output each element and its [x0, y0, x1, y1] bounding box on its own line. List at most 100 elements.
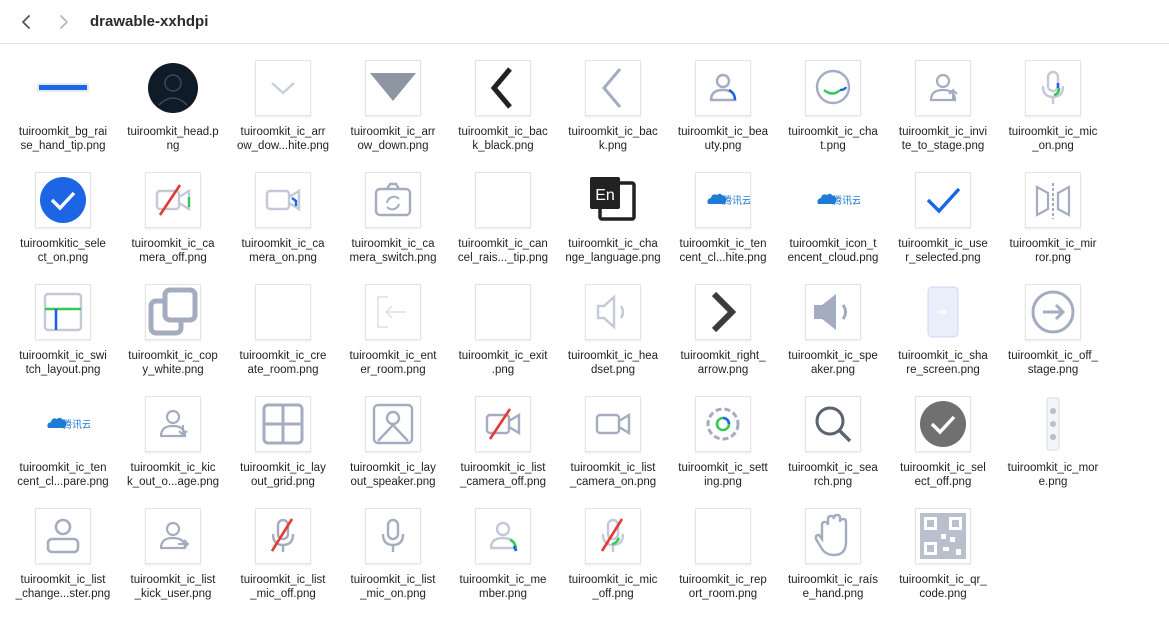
file-item[interactable]: tuiroomkit_right_ arrow.png	[668, 284, 778, 396]
layout-speaker-icon	[365, 396, 421, 452]
list-change-master-icon	[35, 508, 91, 564]
select-off-icon	[915, 396, 971, 452]
file-name: tuiroomkit_ic_sha re_screen.png	[898, 350, 988, 376]
headset-icon	[585, 284, 641, 340]
file-item[interactable]: tuiroomkit_ic_use r_selected.png	[888, 172, 998, 284]
chevron-left-black-icon	[475, 60, 531, 116]
file-item[interactable]: tuiroomkit_ic_list _camera_on.png	[558, 396, 668, 508]
file-item[interactable]: tuiroomkit_ic_lay out_grid.png	[228, 396, 338, 508]
file-item[interactable]: tuiroomkit_ic_list _mic_on.png	[338, 508, 448, 620]
file-item[interactable]: tuiroomkit_ic_swi tch_layout.png	[8, 284, 118, 396]
file-item[interactable]: tuiroomkit_ic_qr_ code.png	[888, 508, 998, 620]
file-item[interactable]: tuiroomkit_ic_arr ow_down.png	[338, 60, 448, 172]
file-item[interactable]: tuiroomkit_ic_cop y_white.png	[118, 284, 228, 396]
file-item[interactable]: tuiroomkit_ic_list _mic_off.png	[228, 508, 338, 620]
file-name: tuiroomkit_icon_t encent_cloud.png	[787, 238, 879, 264]
file-item[interactable]: tuiroomkit_ic_off_ stage.png	[998, 284, 1108, 396]
forward-button[interactable]	[50, 9, 76, 35]
file-item[interactable]: tuiroomkit_ic_can cel_rais..._tip.png	[448, 172, 558, 284]
file-item[interactable]: 腾讯云 tuiroomkit_ic_ten cent_cl...hite.png	[668, 172, 778, 284]
svg-text:腾讯云: 腾讯云	[832, 194, 860, 207]
file-name: tuiroomkit_ic_ca mera_on.png	[241, 238, 325, 264]
change-language-icon: En	[585, 172, 641, 228]
file-item[interactable]: tuiroomkit_ic_bac k.png	[558, 60, 668, 172]
file-item[interactable]: tuiroomkit_ic_list _kick_user.png	[118, 508, 228, 620]
file-item[interactable]: tuiroomkit_ic_sett ing.png	[668, 396, 778, 508]
file-item[interactable]: tuiroomkitic_sele ct_on.png	[8, 172, 118, 284]
file-name: tuiroomkit_ic_mic _off.png	[568, 574, 658, 600]
chat-icon	[805, 60, 861, 116]
back-button[interactable]	[14, 9, 40, 35]
file-item[interactable]: tuiroomkit_ic_spe aker.png	[778, 284, 888, 396]
chevron-down-icon	[255, 60, 311, 116]
list-kick-user-icon	[145, 508, 201, 564]
file-name: tuiroomkit_ic_invi te_to_stage.png	[898, 126, 988, 152]
file-item[interactable]: 腾讯云 tuiroomkit_ic_ten cent_cl...pare.png	[8, 396, 118, 508]
raise-hand-icon	[805, 508, 861, 564]
chevron-left-icon	[22, 14, 30, 29]
file-item[interactable]: tuiroomkit_ic_exit .png	[448, 284, 558, 396]
file-name: tuiroomkit_ic_ten cent_cl...hite.png	[679, 238, 767, 264]
file-name: tuiroomkit_ic_arr ow_down.png	[350, 126, 436, 152]
file-item[interactable]: tuiroomkit_ic_mir ror.png	[998, 172, 1108, 284]
check-blue-icon	[915, 172, 971, 228]
file-item[interactable]: tuiroomkit_ic_list _camera_off.png	[448, 396, 558, 508]
file-name: tuiroomkit_ic_ent er_room.png	[349, 350, 437, 376]
kick-out-stage-icon	[145, 396, 201, 452]
file-item[interactable]: tuiroomkit_ic_mic _on.png	[998, 60, 1108, 172]
file-name: tuiroomkit_ic_cha nge_language.png	[565, 238, 661, 264]
file-name: tuiroomkit_head.p ng	[127, 126, 219, 152]
file-item[interactable]: 腾讯云 tuiroomkit_icon_t encent_cloud.png	[778, 172, 888, 284]
file-item[interactable]: tuiroomkit_ic_cre ate_room.png	[228, 284, 338, 396]
file-item[interactable]: tuiroomkit_ic_mor e.png	[998, 396, 1108, 508]
file-name: tuiroomkit_ic_raís e_hand.png	[787, 574, 879, 600]
file-item[interactable]: tuiroomkit_ic_ca mera_off.png	[118, 172, 228, 284]
file-item[interactable]: tuiroomkit_ic_lay out_speaker.png	[338, 396, 448, 508]
file-item[interactable]: En tuiroomkit_ic_cha nge_language.png	[558, 172, 668, 284]
file-item[interactable]: tuiroomkit_ic_rep ort_room.png	[668, 508, 778, 620]
off-stage-icon	[1025, 284, 1081, 340]
file-item[interactable]: tuiroomkit_ic_sea rch.png	[778, 396, 888, 508]
file-item[interactable]: tuiroomkit_ic_kic k_out_o...age.png	[118, 396, 228, 508]
finder-toolbar: drawable-xxhdpi	[0, 0, 1169, 44]
share-screen-icon	[915, 284, 971, 340]
mirror-icon	[1025, 172, 1081, 228]
file-name: tuiroomkit_ic_qr_ code.png	[899, 574, 987, 600]
file-item[interactable]: tuiroomkit_ic_mic _off.png	[558, 508, 668, 620]
file-name: tuiroomkit_ic_ca mera_off.png	[131, 238, 215, 264]
file-item[interactable]: tuiroomkit_ic_bac k_black.png	[448, 60, 558, 172]
file-item[interactable]: tuiroomkit_head.p ng	[118, 60, 228, 172]
file-name: tuiroomkit_ic_can cel_rais..._tip.png	[457, 238, 549, 264]
file-name: tuiroomkit_ic_bac k_black.png	[458, 126, 548, 152]
file-item[interactable]: tuiroomkit_ic_ent er_room.png	[338, 284, 448, 396]
list-camera-off-icon	[475, 396, 531, 452]
file-item[interactable]: tuiroomkit_ic_me mber.png	[448, 508, 558, 620]
file-item[interactable]: tuiroomkit_ic_hea dset.png	[558, 284, 668, 396]
file-name: tuiroomkit_ic_lay out_speaker.png	[350, 462, 436, 488]
svg-text:En: En	[595, 187, 615, 204]
file-item[interactable]: tuiroomkit_ic_raís e_hand.png	[778, 508, 888, 620]
file-item[interactable]: tuiroomkit_ic_ca mera_on.png	[228, 172, 338, 284]
file-item[interactable]: tuiroomkit_ic_sha re_screen.png	[888, 284, 998, 396]
file-name: tuiroomkit_ic_use r_selected.png	[898, 238, 988, 264]
file-item[interactable]: tuiroomkit_ic_invi te_to_stage.png	[888, 60, 998, 172]
file-item[interactable]: tuiroomkit_ic_ca mera_switch.png	[338, 172, 448, 284]
beauty-icon	[695, 60, 751, 116]
svg-text:腾讯云: 腾讯云	[722, 194, 750, 207]
camera-switch-icon	[365, 172, 421, 228]
file-name: tuiroomkit_ic_bac k.png	[568, 126, 658, 152]
file-item[interactable]: tuiroomkit_ic_bea uty.png	[668, 60, 778, 172]
file-item[interactable]: tuiroomkit_ic_cha t.png	[778, 60, 888, 172]
file-name: tuiroomkit_ic_list _change...ster.png	[15, 574, 111, 600]
file-item[interactable]: tuiroomkit_ic_arr ow_dow...hite.png	[228, 60, 338, 172]
file-item[interactable]: tuiroomkit_ic_sel ect_off.png	[888, 396, 998, 508]
file-item[interactable]: tuiroomkit_bg_rai se_hand_tip.png	[8, 60, 118, 172]
file-name: tuiroomkit_ic_mir ror.png	[1009, 238, 1097, 264]
member-icon	[475, 508, 531, 564]
mic-on-green-icon	[1025, 60, 1081, 116]
blank-icon	[695, 508, 751, 564]
camera-on-icon	[255, 172, 311, 228]
blank-icon	[475, 284, 531, 340]
file-item[interactable]: tuiroomkit_ic_list _change...ster.png	[8, 508, 118, 620]
speaker-icon	[805, 284, 861, 340]
